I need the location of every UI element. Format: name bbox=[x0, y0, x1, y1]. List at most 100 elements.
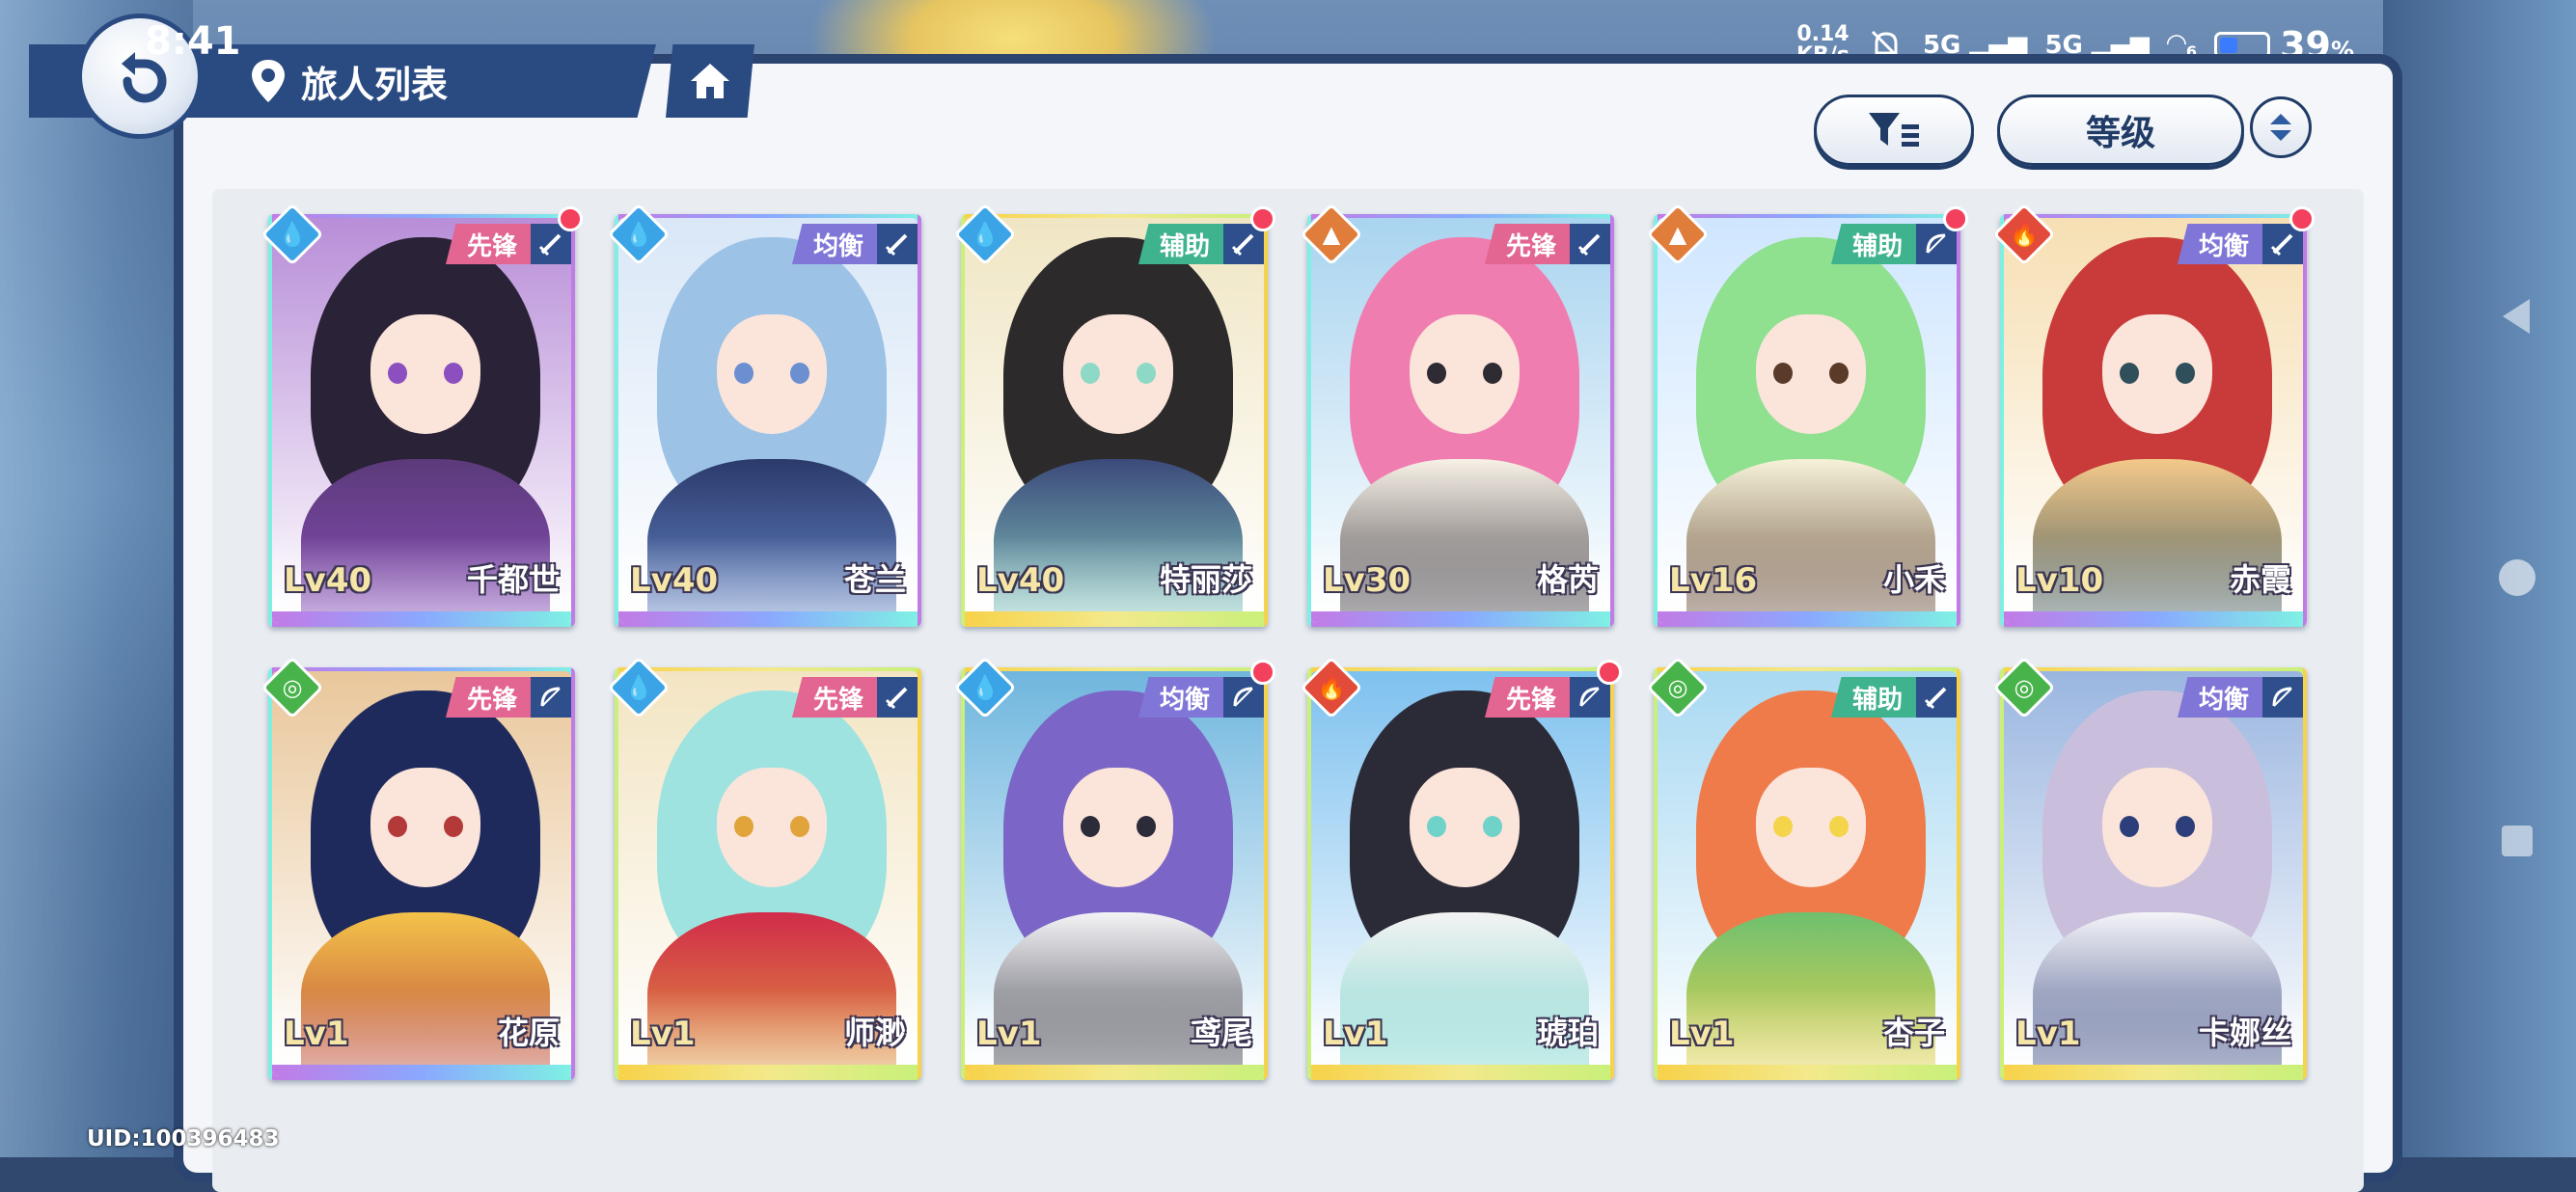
home-button[interactable] bbox=[666, 44, 754, 118]
character-card[interactable]: ▲ 先锋 Lv30 格芮 bbox=[1300, 203, 1614, 627]
character-level: Lv40 bbox=[976, 561, 1065, 600]
rarity-bar bbox=[1658, 611, 1957, 623]
water-element-icon: 💧 bbox=[260, 203, 324, 266]
character-name: 花原 bbox=[497, 1015, 560, 1051]
character-level: Lv1 bbox=[2015, 1015, 2081, 1053]
sword-icon bbox=[877, 224, 918, 264]
character-name: 格芮 bbox=[1536, 561, 1599, 598]
wifi-icon: ◠6 bbox=[2166, 29, 2198, 62]
nav-back-icon[interactable] bbox=[2503, 299, 2530, 334]
wind-element-icon: ◎ bbox=[260, 656, 324, 719]
new-indicator-dot bbox=[1250, 660, 1275, 685]
role-badge: 均衡 bbox=[1137, 677, 1223, 718]
sword-icon bbox=[1916, 677, 1957, 718]
location-pin-icon bbox=[252, 60, 285, 102]
character-level: Lv30 bbox=[1323, 561, 1411, 600]
character-card[interactable]: ◎ 辅助 Lv1 杏子 bbox=[1646, 656, 1960, 1080]
new-indicator-dot bbox=[558, 206, 583, 231]
water-element-icon: 💧 bbox=[953, 656, 1017, 719]
rarity-bar bbox=[272, 1065, 571, 1076]
earth-element-icon: ▲ bbox=[1300, 203, 1363, 266]
role-badge: 先锋 bbox=[1484, 224, 1570, 264]
character-card[interactable]: 💧 辅助 Lv40 特丽莎 bbox=[953, 203, 1275, 627]
rarity-bar bbox=[1311, 611, 1610, 623]
character-card[interactable]: ▲ 辅助 Lv16 小禾 bbox=[1646, 203, 1968, 627]
character-card[interactable]: 💧 先锋 Lv40 千都世 bbox=[260, 203, 583, 627]
character-card[interactable]: 💧 均衡 Lv40 苍兰 bbox=[607, 203, 921, 627]
character-level: Lv1 bbox=[1669, 1015, 1735, 1053]
character-level: Lv10 bbox=[2015, 561, 2104, 600]
rarity-bar bbox=[2004, 611, 2303, 623]
bow-icon bbox=[2262, 677, 2303, 718]
fire-element-icon: 🔥 bbox=[1300, 656, 1363, 719]
role-badge: 均衡 bbox=[2177, 224, 2262, 264]
filter-button[interactable] bbox=[1814, 95, 1974, 166]
rarity-bar bbox=[618, 1065, 918, 1076]
rarity-bar bbox=[2004, 1065, 2303, 1076]
rarity-bar bbox=[1658, 1065, 1957, 1076]
nav-home-icon[interactable] bbox=[2499, 559, 2535, 596]
sort-desc-icon bbox=[2270, 130, 2291, 141]
character-name: 赤霞 bbox=[2229, 561, 2291, 598]
sword-icon bbox=[877, 677, 918, 718]
battery-icon bbox=[2214, 32, 2271, 59]
character-card[interactable]: 💧 均衡 Lv1 鸢尾 bbox=[953, 656, 1275, 1080]
role-badge: 辅助 bbox=[1830, 224, 1916, 264]
rarity-bar bbox=[1311, 1065, 1610, 1076]
character-card[interactable]: 💧 先锋 Lv1 师渺 bbox=[607, 656, 921, 1080]
character-card[interactable]: ◎ 均衡 Lv1 卡娜丝 bbox=[1992, 656, 2307, 1080]
nav-recents-icon[interactable] bbox=[2502, 826, 2533, 856]
sort-by-button[interactable]: 等级 bbox=[1997, 95, 2244, 166]
character-level: Lv1 bbox=[284, 1015, 349, 1053]
character-grid: 💧 先锋 Lv40 千都世 💧 均衡 Lv40 苍兰 💧 辅助 Lv40 特丽莎 ▲ 先锋 Lv30 格芮 ▲ 辅… bbox=[260, 203, 2315, 1080]
page-title: 旅人列表 bbox=[249, 44, 448, 118]
role-badge: 先锋 bbox=[1484, 677, 1570, 718]
character-name: 琥珀 bbox=[1536, 1015, 1599, 1051]
role-badge: 均衡 bbox=[791, 224, 877, 264]
character-level: Lv16 bbox=[1669, 561, 1758, 600]
rarity-bar bbox=[618, 611, 918, 623]
mute-bell-icon bbox=[1871, 30, 1902, 61]
character-name: 卡娜丝 bbox=[2198, 1015, 2291, 1051]
character-name: 师渺 bbox=[843, 1015, 906, 1051]
character-name: 千都世 bbox=[466, 561, 560, 598]
background-window bbox=[0, 0, 193, 1157]
water-element-icon: 💧 bbox=[607, 656, 671, 719]
character-name: 小禾 bbox=[1882, 561, 1945, 598]
fire-element-icon: 🔥 bbox=[1992, 203, 2056, 266]
role-badge: 辅助 bbox=[1830, 677, 1916, 718]
character-level: Lv1 bbox=[976, 1015, 1042, 1053]
character-card[interactable]: 🔥 先锋 Lv1 琥珀 bbox=[1300, 656, 1622, 1080]
network-speed: 0.14 KB/s bbox=[1796, 22, 1850, 68]
uid-label: UID:100396483 bbox=[87, 1126, 280, 1151]
character-name: 特丽莎 bbox=[1159, 561, 1252, 598]
home-icon bbox=[691, 64, 729, 98]
status-bar: 0.14 KB/s 5G ▂▄▆ 5G ▂▄▆ ◠6 39% bbox=[1796, 21, 2354, 69]
filter-icon bbox=[1869, 113, 1919, 147]
role-badge: 先锋 bbox=[445, 224, 531, 264]
sim2-signal: 5G ▂▄▆ bbox=[2044, 31, 2150, 60]
new-indicator-dot bbox=[1943, 206, 1968, 231]
wind-element-icon: ◎ bbox=[1992, 656, 2056, 719]
character-level: Lv40 bbox=[630, 561, 719, 600]
sim1-signal: 5G ▂▄▆ bbox=[1922, 31, 2028, 60]
rarity-bar bbox=[272, 611, 571, 623]
character-card[interactable]: 🔥 均衡 Lv10 赤霞 bbox=[1992, 203, 2315, 627]
role-badge: 均衡 bbox=[2177, 677, 2262, 718]
sort-asc-icon bbox=[2270, 114, 2291, 124]
earth-element-icon: ▲ bbox=[1646, 203, 1710, 266]
water-element-icon: 💧 bbox=[607, 203, 671, 266]
new-indicator-dot bbox=[2289, 206, 2315, 231]
sword-icon bbox=[1570, 224, 1610, 264]
water-element-icon: 💧 bbox=[953, 203, 1017, 266]
new-indicator-dot bbox=[1597, 660, 1622, 685]
character-name: 苍兰 bbox=[843, 561, 906, 598]
character-card[interactable]: ◎ 先锋 Lv1 花原 bbox=[260, 656, 575, 1080]
rarity-bar bbox=[965, 611, 1264, 623]
background-right bbox=[2383, 0, 2576, 1157]
character-name: 鸢尾 bbox=[1190, 1015, 1252, 1051]
character-level: Lv40 bbox=[284, 561, 372, 600]
role-badge: 辅助 bbox=[1137, 224, 1223, 264]
sort-order-button[interactable] bbox=[2250, 96, 2312, 158]
new-indicator-dot bbox=[1250, 206, 1275, 231]
